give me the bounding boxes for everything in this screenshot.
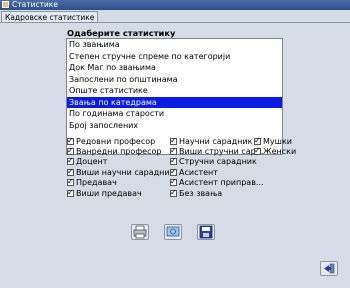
list-item[interactable]: Степен стручне спреме по категорији	[67, 51, 282, 63]
checkbox-col3-1[interactable]: ✓ Женски	[254, 146, 296, 156]
checkbox-col2-5[interactable]: ✓ Без звања	[170, 188, 222, 198]
check-icon: ✓	[67, 177, 74, 187]
checkbox-box[interactable]: ✓	[67, 177, 74, 187]
checkbox-label: Без звања	[179, 188, 223, 198]
checkbox-label: Научни сарадник	[179, 136, 253, 146]
checkbox-col2-3[interactable]: ✓ Асистент	[170, 167, 218, 177]
check-icon: ✓	[170, 187, 177, 197]
check-icon: ✓	[254, 135, 261, 145]
checkbox-col1-3[interactable]: ✓ Виши научни сарадник	[67, 167, 174, 177]
checkbox-box[interactable]: ✓	[67, 135, 74, 145]
checkbox-box[interactable]: ✓	[170, 145, 177, 155]
check-icon: ✓	[67, 145, 74, 155]
save-icon	[199, 225, 213, 239]
check-icon: ✓	[67, 187, 74, 197]
checkbox-label: Асистент	[179, 167, 218, 177]
app-icon	[2, 1, 9, 8]
checkbox-box[interactable]: ✓	[170, 177, 177, 187]
list-item[interactable]: Звања по катедрама	[67, 96, 282, 108]
tab-divider	[0, 22, 350, 23]
checkbox-col2-4[interactable]: ✓ Асистент приправ...	[170, 177, 264, 188]
list-item[interactable]: Број запослених	[67, 120, 282, 132]
list-item[interactable]: По годинама старости	[67, 108, 282, 120]
checkbox-label: Предавач	[76, 178, 117, 188]
checkbox-box[interactable]: ✓	[67, 156, 74, 166]
checkbox-col2-2[interactable]: ✓ Стручни сарадник	[170, 156, 257, 167]
preview-icon	[166, 226, 180, 237]
save-button[interactable]	[197, 224, 215, 240]
check-icon: ✓	[67, 156, 74, 166]
window-title: Статистике	[12, 0, 58, 9]
checkbox-col1-5[interactable]: ✓ Виши предавач	[67, 188, 142, 198]
check-icon: ✓	[67, 135, 74, 145]
checkbox-box[interactable]: ✓	[170, 135, 177, 145]
checkbox-label: Доцент	[76, 157, 108, 167]
preview-button[interactable]	[164, 224, 182, 240]
check-icon: ✓	[67, 166, 74, 176]
checkbox-label: Ванредни професор	[76, 146, 162, 156]
exit-icon	[324, 263, 335, 274]
checkbox-box[interactable]: ✓	[67, 166, 74, 176]
checkbox-col2-1[interactable]: ✓ Виши стручни сар...	[170, 146, 263, 156]
check-icon: ✓	[170, 135, 177, 145]
checkbox-col1-1[interactable]: ✓ Ванредни професор	[67, 146, 161, 156]
check-icon: ✓	[170, 177, 177, 187]
list-item[interactable]: Опште статистике	[67, 85, 282, 97]
list-item[interactable]: По звањима	[67, 39, 282, 51]
list-title: Одаберите статистику	[67, 28, 176, 38]
list-item[interactable]: Док Маг по звањима	[67, 62, 282, 74]
exit-button[interactable]	[320, 261, 338, 276]
checkbox-col3-0[interactable]: ✓ Мушки	[254, 136, 292, 146]
checkbox-label: Виши предавач	[76, 188, 142, 198]
checkbox-col1-2[interactable]: ✓ Доцент	[67, 156, 108, 167]
check-icon: ✓	[170, 166, 177, 176]
checkbox-box[interactable]: ✓	[170, 156, 177, 166]
checkbox-label: Виши стручни сар...	[179, 146, 264, 156]
checkbox-label: Мушки	[263, 136, 292, 146]
window-titlebar: Статистике	[0, 0, 350, 10]
print-button[interactable]	[131, 224, 149, 240]
checkbox-label: Редовни професор	[76, 136, 156, 146]
checkbox-box[interactable]: ✓	[67, 145, 74, 155]
check-icon: ✓	[254, 145, 261, 155]
checkbox-box[interactable]: ✓	[170, 166, 177, 176]
check-icon: ✓	[170, 156, 177, 166]
checkbox-col1-4[interactable]: ✓ Предавач	[67, 177, 117, 188]
checkbox-box[interactable]: ✓	[170, 187, 177, 197]
checkbox-label: Виши научни сарадник	[76, 167, 175, 177]
checkbox-col1-0[interactable]: ✓ Редовни професор	[67, 136, 155, 146]
check-icon: ✓	[170, 145, 177, 155]
checkbox-col2-0[interactable]: ✓ Научни сарадник	[170, 136, 252, 146]
checkbox-label: Женски	[263, 146, 297, 156]
printer-icon	[133, 225, 147, 239]
checkbox-box[interactable]: ✓	[254, 145, 261, 155]
checkbox-label: Стручни сарадник	[179, 157, 257, 167]
checkbox-box[interactable]: ✓	[67, 187, 74, 197]
list-item[interactable]: Запослени по општинама	[67, 74, 282, 86]
checkbox-box[interactable]: ✓	[254, 135, 261, 145]
checkbox-label: Асистент приправ...	[179, 178, 264, 188]
